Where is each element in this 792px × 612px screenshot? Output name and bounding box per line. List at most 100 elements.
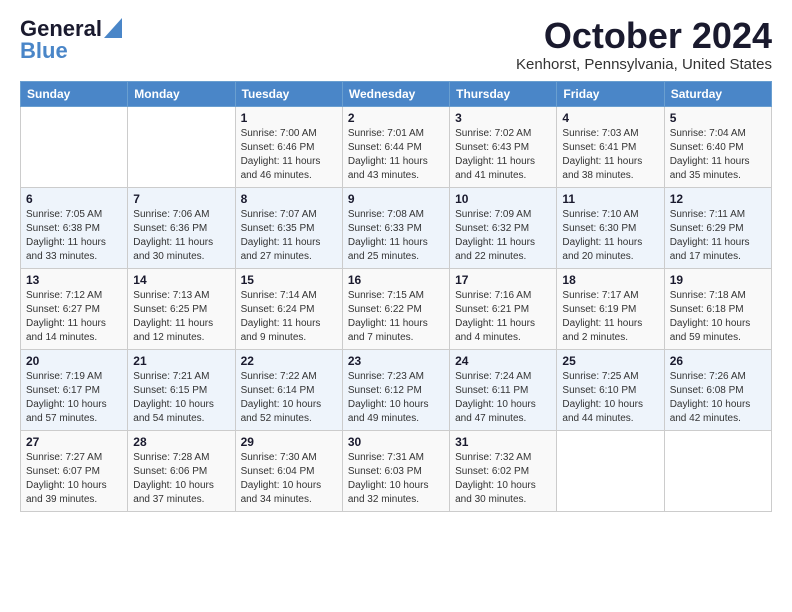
col-header-friday: Friday bbox=[557, 81, 664, 106]
day-info: Sunrise: 7:31 AMSunset: 6:03 PMDaylight:… bbox=[348, 452, 429, 505]
calendar-cell: 25 Sunrise: 7:25 AMSunset: 6:10 PMDayligh… bbox=[557, 349, 664, 430]
day-number: 19 bbox=[670, 273, 766, 287]
day-info: Sunrise: 7:14 AMSunset: 6:24 PMDaylight:… bbox=[241, 290, 321, 343]
day-info: Sunrise: 7:26 AMSunset: 6:08 PMDaylight:… bbox=[670, 371, 751, 424]
day-info: Sunrise: 7:24 AMSunset: 6:11 PMDaylight:… bbox=[455, 371, 536, 424]
day-number: 3 bbox=[455, 111, 551, 125]
day-number: 10 bbox=[455, 192, 551, 206]
col-header-thursday: Thursday bbox=[450, 81, 557, 106]
calendar-cell: 19Sunrise: 7:18 AMSunset: 6:18 PMDayligh… bbox=[664, 268, 771, 349]
day-info: Sunrise: 7:13 AMSunset: 6:25 PMDaylight:… bbox=[133, 290, 213, 343]
day-info: Sunrise: 7:10 AMSunset: 6:30 PMDaylight:… bbox=[562, 209, 642, 262]
calendar-cell: 10 Sunrise: 7:09 AMSunset: 6:32 PMDayligh… bbox=[450, 187, 557, 268]
day-info: Sunrise: 7:30 AMSunset: 6:04 PMDaylight:… bbox=[241, 452, 322, 505]
calendar-cell: 22 Sunrise: 7:22 AMSunset: 6:14 PMDayligh… bbox=[235, 349, 342, 430]
calendar-table: SundayMondayTuesdayWednesdayThursdayFrid… bbox=[20, 81, 772, 512]
day-number: 5 bbox=[670, 111, 766, 125]
calendar-cell: 28 Sunrise: 7:28 AMSunset: 6:06 PMDayligh… bbox=[128, 430, 235, 511]
calendar-cell: 8 Sunrise: 7:07 AMSunset: 6:35 PMDaylight… bbox=[235, 187, 342, 268]
calendar-cell: 5Sunrise: 7:04 AMSunset: 6:40 PMDaylight… bbox=[664, 106, 771, 187]
calendar-cell: 2Sunrise: 7:01 AMSunset: 6:44 PMDaylight… bbox=[342, 106, 449, 187]
day-info: Sunrise: 7:05 AMSunset: 6:38 PMDaylight:… bbox=[26, 209, 106, 262]
calendar-cell: 27 Sunrise: 7:27 AMSunset: 6:07 PMDayligh… bbox=[21, 430, 128, 511]
logo: General Blue bbox=[20, 16, 122, 64]
title-block: October 2024 Kenhorst, Pennsylvania, Uni… bbox=[516, 16, 772, 73]
day-info: Sunrise: 7:08 AMSunset: 6:33 PMDaylight:… bbox=[348, 209, 428, 262]
day-info: Sunrise: 7:01 AMSunset: 6:44 PMDaylight:… bbox=[348, 128, 428, 181]
page-header: General Blue October 2024 Kenhorst, Penn… bbox=[20, 16, 772, 73]
day-number: 26 bbox=[670, 354, 766, 368]
day-info: Sunrise: 7:02 AMSunset: 6:43 PMDaylight:… bbox=[455, 128, 535, 181]
calendar-cell: 13 Sunrise: 7:12 AMSunset: 6:27 PMDayligh… bbox=[21, 268, 128, 349]
logo-icon bbox=[104, 18, 122, 38]
day-info: Sunrise: 7:12 AMSunset: 6:27 PMDaylight:… bbox=[26, 290, 106, 343]
day-number: 18 bbox=[562, 273, 658, 287]
day-number: 4 bbox=[562, 111, 658, 125]
day-number: 1 bbox=[241, 111, 337, 125]
day-number: 24 bbox=[455, 354, 551, 368]
day-number: 17 bbox=[455, 273, 551, 287]
calendar-cell: 3 Sunrise: 7:02 AMSunset: 6:43 PMDaylight… bbox=[450, 106, 557, 187]
day-info: Sunrise: 7:27 AMSunset: 6:07 PMDaylight:… bbox=[26, 452, 107, 505]
calendar-cell: 30 Sunrise: 7:31 AMSunset: 6:03 PMDayligh… bbox=[342, 430, 449, 511]
calendar-cell: 20 Sunrise: 7:19 AMSunset: 6:17 PMDayligh… bbox=[21, 349, 128, 430]
day-info: Sunrise: 7:09 AMSunset: 6:32 PMDaylight:… bbox=[455, 209, 535, 262]
col-header-tuesday: Tuesday bbox=[235, 81, 342, 106]
calendar-cell: 29Sunrise: 7:30 AMSunset: 6:04 PMDayligh… bbox=[235, 430, 342, 511]
day-number: 23 bbox=[348, 354, 444, 368]
calendar-cell bbox=[128, 106, 235, 187]
calendar-page: General Blue October 2024 Kenhorst, Penn… bbox=[0, 0, 792, 612]
calendar-cell: 14Sunrise: 7:13 AMSunset: 6:25 PMDayligh… bbox=[128, 268, 235, 349]
day-number: 11 bbox=[562, 192, 658, 206]
day-number: 15 bbox=[241, 273, 337, 287]
day-info: Sunrise: 7:21 AMSunset: 6:15 PMDaylight:… bbox=[133, 371, 214, 424]
calendar-cell: 11 Sunrise: 7:10 AMSunset: 6:30 PMDayligh… bbox=[557, 187, 664, 268]
col-header-wednesday: Wednesday bbox=[342, 81, 449, 106]
day-number: 7 bbox=[133, 192, 229, 206]
col-header-monday: Monday bbox=[128, 81, 235, 106]
day-info: Sunrise: 7:03 AMSunset: 6:41 PMDaylight:… bbox=[562, 128, 642, 181]
day-info: Sunrise: 7:00 AMSunset: 6:46 PMDaylight:… bbox=[241, 128, 321, 181]
day-number: 6 bbox=[26, 192, 122, 206]
calendar-cell: 31 Sunrise: 7:32 AMSunset: 6:02 PMDayligh… bbox=[450, 430, 557, 511]
day-info: Sunrise: 7:15 AMSunset: 6:22 PMDaylight:… bbox=[348, 290, 428, 343]
day-number: 30 bbox=[348, 435, 444, 449]
day-number: 27 bbox=[26, 435, 122, 449]
day-info: Sunrise: 7:22 AMSunset: 6:14 PMDaylight:… bbox=[241, 371, 322, 424]
col-header-saturday: Saturday bbox=[664, 81, 771, 106]
day-info: Sunrise: 7:11 AMSunset: 6:29 PMDaylight:… bbox=[670, 209, 750, 262]
month-title: October 2024 bbox=[516, 16, 772, 56]
day-number: 8 bbox=[241, 192, 337, 206]
logo-blue: Blue bbox=[20, 38, 68, 64]
calendar-cell: 12Sunrise: 7:11 AMSunset: 6:29 PMDayligh… bbox=[664, 187, 771, 268]
day-info: Sunrise: 7:07 AMSunset: 6:35 PMDaylight:… bbox=[241, 209, 321, 262]
calendar-cell: 17Sunrise: 7:16 AMSunset: 6:21 PMDayligh… bbox=[450, 268, 557, 349]
calendar-cell: 1 Sunrise: 7:00 AMSunset: 6:46 PMDaylight… bbox=[235, 106, 342, 187]
day-info: Sunrise: 7:32 AMSunset: 6:02 PMDaylight:… bbox=[455, 452, 536, 505]
day-number: 13 bbox=[26, 273, 122, 287]
day-number: 22 bbox=[241, 354, 337, 368]
calendar-cell: 26 Sunrise: 7:26 AMSunset: 6:08 PMDayligh… bbox=[664, 349, 771, 430]
day-info: Sunrise: 7:28 AMSunset: 6:06 PMDaylight:… bbox=[133, 452, 214, 505]
calendar-cell: 16Sunrise: 7:15 AMSunset: 6:22 PMDayligh… bbox=[342, 268, 449, 349]
day-number: 28 bbox=[133, 435, 229, 449]
calendar-cell: 4 Sunrise: 7:03 AMSunset: 6:41 PMDaylight… bbox=[557, 106, 664, 187]
calendar-cell: 7 Sunrise: 7:06 AMSunset: 6:36 PMDaylight… bbox=[128, 187, 235, 268]
location: Kenhorst, Pennsylvania, United States bbox=[516, 56, 772, 73]
calendar-cell: 24 Sunrise: 7:24 AMSunset: 6:11 PMDayligh… bbox=[450, 349, 557, 430]
day-info: Sunrise: 7:25 AMSunset: 6:10 PMDaylight:… bbox=[562, 371, 643, 424]
day-number: 21 bbox=[133, 354, 229, 368]
day-info: Sunrise: 7:06 AMSunset: 6:36 PMDaylight:… bbox=[133, 209, 213, 262]
day-info: Sunrise: 7:19 AMSunset: 6:17 PMDaylight:… bbox=[26, 371, 107, 424]
calendar-cell: 21 Sunrise: 7:21 AMSunset: 6:15 PMDayligh… bbox=[128, 349, 235, 430]
day-number: 25 bbox=[562, 354, 658, 368]
calendar-cell: 9 Sunrise: 7:08 AMSunset: 6:33 PMDaylight… bbox=[342, 187, 449, 268]
calendar-cell: 23Sunrise: 7:23 AMSunset: 6:12 PMDayligh… bbox=[342, 349, 449, 430]
day-number: 20 bbox=[26, 354, 122, 368]
day-number: 9 bbox=[348, 192, 444, 206]
calendar-cell bbox=[21, 106, 128, 187]
calendar-cell: 18Sunrise: 7:17 AMSunset: 6:19 PMDayligh… bbox=[557, 268, 664, 349]
calendar-cell bbox=[664, 430, 771, 511]
day-number: 31 bbox=[455, 435, 551, 449]
calendar-cell: 6 Sunrise: 7:05 AMSunset: 6:38 PMDaylight… bbox=[21, 187, 128, 268]
